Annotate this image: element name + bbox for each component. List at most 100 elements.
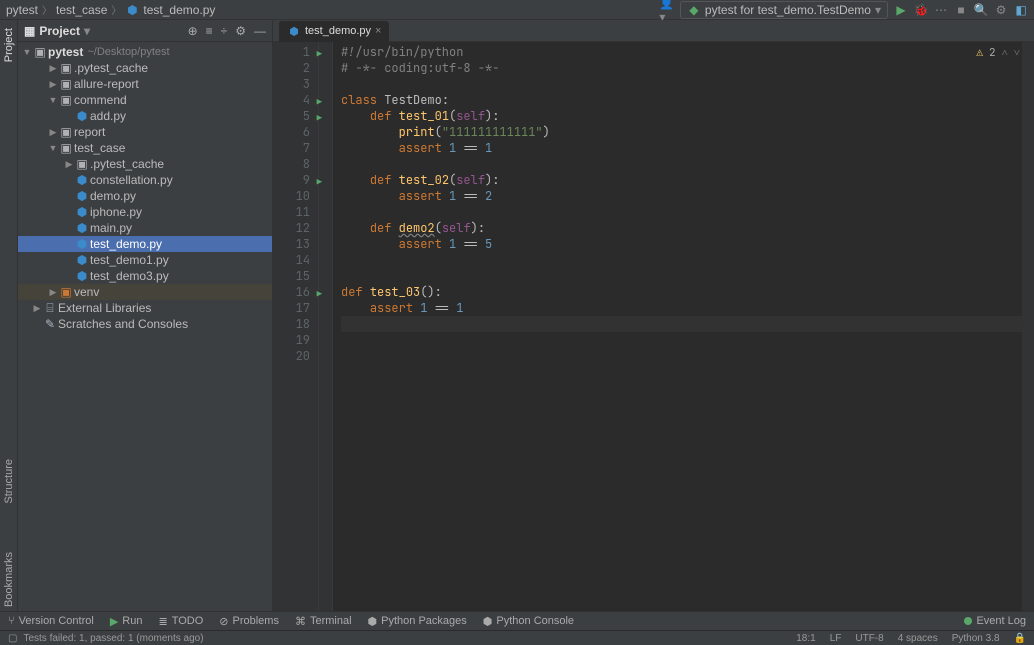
tree-item[interactable]: ⬢main.py — [18, 220, 272, 236]
code-line[interactable] — [341, 76, 1022, 92]
toolwindow-structure-tab[interactable]: Structure — [2, 455, 16, 508]
tree-item[interactable]: ▼▣test_case — [18, 140, 272, 156]
tree-item[interactable]: ▼▣commend — [18, 92, 272, 108]
run-config-selector[interactable]: ◆ pytest for test_demo.TestDemo ▾ — [680, 1, 888, 19]
toolwindow-python-console[interactable]: ⬢Python Console — [483, 615, 574, 628]
user-icon[interactable]: 👤▾ — [660, 3, 674, 17]
code-line[interactable]: assert 1 == 5 — [341, 236, 1022, 252]
gutter-line[interactable]: 14 — [273, 252, 310, 268]
code-line[interactable] — [341, 332, 1022, 348]
tree-item[interactable]: ✎Scratches and Consoles — [18, 316, 272, 332]
gutter-line[interactable]: 11 — [273, 204, 310, 220]
toolwindow-project-tab[interactable]: Project — [2, 24, 16, 66]
breadcrumb-file[interactable]: test_demo.py — [143, 3, 215, 17]
code-line[interactable]: class TestDemo: — [341, 92, 1022, 108]
breadcrumb-root[interactable]: pytest — [6, 3, 38, 17]
gutter-line[interactable]: 17 — [273, 300, 310, 316]
status-encoding[interactable]: UTF-8 — [855, 633, 883, 644]
gutter-line[interactable]: 19 — [273, 332, 310, 348]
select-opened-file-icon[interactable]: ⊕ — [188, 24, 198, 38]
tree-item[interactable]: ⬢test_demo.py — [18, 236, 272, 252]
status-caret[interactable]: 18:1 — [796, 633, 815, 644]
settings-icon[interactable]: ⚙ — [994, 3, 1008, 17]
search-icon[interactable]: 🔍 — [974, 3, 988, 17]
status-indent[interactable]: 4 spaces — [898, 633, 938, 644]
toolwindow-python-packages[interactable]: ⬢Python Packages — [368, 615, 467, 628]
code-line[interactable]: assert 1 == 1 — [341, 140, 1022, 156]
code-line[interactable] — [341, 348, 1022, 364]
tree-item[interactable]: ⬢test_demo3.py — [18, 268, 272, 284]
lock-icon[interactable]: 🔒 — [1014, 633, 1026, 644]
collapse-all-icon[interactable]: ÷ — [221, 24, 228, 38]
run-button[interactable]: ▶ — [894, 3, 908, 17]
code-line[interactable] — [341, 316, 1022, 332]
gutter-line[interactable]: 2 — [273, 60, 310, 76]
gutter-line[interactable]: 9 — [273, 172, 310, 188]
chevron-up-icon[interactable]: ˄ — [1002, 46, 1008, 60]
toolwindow-problems[interactable]: ⊘Problems — [219, 615, 279, 628]
code-line[interactable]: #!/usr/bin/python — [341, 44, 1022, 60]
gutter-line[interactable]: 7 — [273, 140, 310, 156]
code-line[interactable]: def test_02(self): — [341, 172, 1022, 188]
editor-tab[interactable]: ⬢ test_demo.py × — [279, 21, 389, 42]
code-line[interactable] — [341, 204, 1022, 220]
more-run-icon[interactable]: ⋯ — [934, 3, 948, 17]
gutter-line[interactable]: 8 — [273, 156, 310, 172]
expand-all-icon[interactable]: ≡ — [206, 24, 213, 38]
toolwindow-terminal[interactable]: ⌘Terminal — [295, 615, 352, 628]
gutter-line[interactable]: 10 — [273, 188, 310, 204]
gutter-line[interactable]: 15 — [273, 268, 310, 284]
code-area[interactable]: #!/usr/bin/python# -*- coding:utf-8 -*- … — [333, 42, 1022, 611]
code-line[interactable]: print("111111111111") — [341, 124, 1022, 140]
toolwindow-event-log[interactable]: Event Log — [964, 615, 1026, 627]
chevron-down-icon[interactable]: ˅ — [1014, 46, 1020, 60]
editor-gutter[interactable]: 1234567891011121314151617181920 — [273, 42, 319, 611]
tree-item[interactable]: ▶▣.pytest_cache — [18, 60, 272, 76]
gutter-line[interactable]: 18 — [273, 316, 310, 332]
editor-body[interactable]: 1234567891011121314151617181920 #!/usr/b… — [273, 42, 1034, 611]
code-line[interactable] — [341, 268, 1022, 284]
project-tree[interactable]: ▼▣pytest~/Desktop/pytest▶▣.pytest_cache▶… — [18, 42, 272, 611]
gear-icon[interactable]: ⚙ — [235, 24, 246, 38]
tree-item[interactable]: ▶▣venv — [18, 284, 272, 300]
toolwindow-version-control[interactable]: ⑂Version Control — [8, 615, 94, 627]
toolwindow-todo[interactable]: ≣TODO — [158, 615, 203, 628]
gutter-line[interactable]: 6 — [273, 124, 310, 140]
code-line[interactable]: assert 1 == 1 — [341, 300, 1022, 316]
debug-button[interactable]: 🐞 — [914, 3, 928, 17]
error-stripe[interactable] — [1022, 42, 1034, 611]
code-line[interactable] — [341, 156, 1022, 172]
code-line[interactable]: def test_01(self): — [341, 108, 1022, 124]
close-icon[interactable]: × — [375, 25, 381, 37]
gutter-line[interactable]: 5 — [273, 108, 310, 124]
tree-item[interactable]: ▶▣allure-report — [18, 76, 272, 92]
tree-item[interactable]: ⬢test_demo1.py — [18, 252, 272, 268]
gutter-line[interactable]: 1 — [273, 44, 310, 60]
gutter-line[interactable]: 13 — [273, 236, 310, 252]
tree-item[interactable]: ⬢add.py — [18, 108, 272, 124]
code-line[interactable]: def test_03(): — [341, 284, 1022, 300]
tree-item[interactable]: ⬢constellation.py — [18, 172, 272, 188]
code-line[interactable]: # -*- coding:utf-8 -*- — [341, 60, 1022, 76]
tree-item[interactable]: ⬢iphone.py — [18, 204, 272, 220]
tree-root[interactable]: ▼▣pytest~/Desktop/pytest — [18, 44, 272, 60]
tree-item[interactable]: ▶▣.pytest_cache — [18, 156, 272, 172]
gutter-line[interactable]: 3 — [273, 76, 310, 92]
gutter-line[interactable]: 4 — [273, 92, 310, 108]
hide-icon[interactable]: — — [254, 24, 266, 38]
status-line-separator[interactable]: LF — [830, 633, 842, 644]
gutter-line[interactable]: 16 — [273, 284, 310, 300]
toolwindows-icon[interactable]: ▢ — [8, 633, 17, 644]
status-interpreter[interactable]: Python 3.8 — [952, 633, 1000, 644]
tree-item[interactable]: ⬢demo.py — [18, 188, 272, 204]
code-line[interactable]: assert 1 == 2 — [341, 188, 1022, 204]
ide-icon[interactable]: ◧ — [1014, 3, 1028, 17]
run-marker-column[interactable] — [319, 42, 333, 611]
inspection-widget[interactable]: ⚠ 2 ˄ ˅ — [976, 46, 1020, 60]
gutter-line[interactable]: 12 — [273, 220, 310, 236]
gutter-line[interactable]: 20 — [273, 348, 310, 364]
toolwindow-run[interactable]: ▶Run — [110, 615, 143, 628]
stop-button[interactable]: ■ — [954, 3, 968, 17]
code-line[interactable] — [341, 252, 1022, 268]
tree-item[interactable]: ▶⌸External Libraries — [18, 300, 272, 316]
